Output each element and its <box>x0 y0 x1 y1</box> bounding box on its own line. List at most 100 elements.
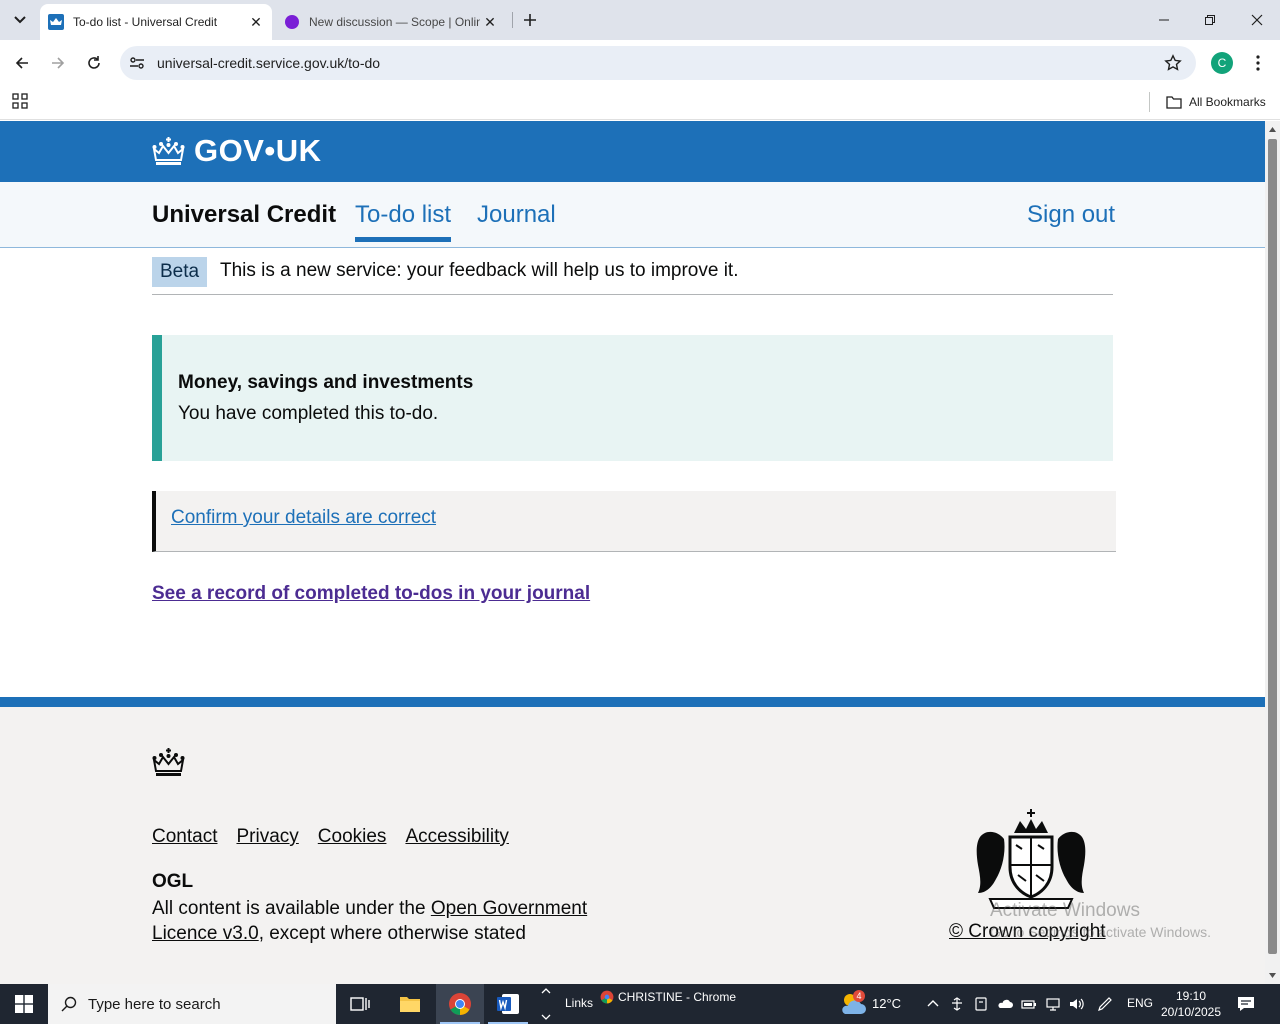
arrow-left-icon <box>15 57 28 69</box>
confirm-details-link[interactable]: Confirm your details are correct <box>171 507 436 529</box>
more-vertical-icon <box>1256 55 1260 71</box>
wired-network-icon[interactable] <box>1045 996 1061 1012</box>
network-share-icon[interactable] <box>949 996 965 1012</box>
chrome-profile-toolbar[interactable]: CHRISTINE - Chrome <box>600 990 736 1004</box>
footer-link-cookies[interactable]: Cookies <box>318 826 387 848</box>
apps-grid-icon[interactable] <box>12 93 28 109</box>
close-tab-icon[interactable]: ✕ <box>246 12 266 32</box>
chrome-icon <box>600 990 614 1004</box>
notification-center-icon[interactable] <box>1236 994 1256 1014</box>
close-window-button[interactable] <box>1234 0 1280 40</box>
chevron-up-icon[interactable] <box>925 996 941 1012</box>
weather-badge: 4 <box>853 990 865 1002</box>
windows-logo-icon <box>15 995 33 1013</box>
tab-title: To-do list - Universal Credit <box>73 15 218 29</box>
licence-prefix: All content is available under the <box>152 898 431 919</box>
all-bookmarks-button[interactable]: All Bookmarks <box>1166 92 1266 112</box>
journal-record-link[interactable]: See a record of completed to-dos in your… <box>152 583 590 605</box>
pen-ink-icon[interactable] <box>1097 996 1113 1012</box>
windows-taskbar: Type here to search Links CHRISTINE - Ch… <box>0 984 1280 1024</box>
temperature[interactable]: 12°C <box>872 996 901 1011</box>
crown-copyright-link[interactable]: © Crown copyright <box>949 921 1106 943</box>
sign-out-link[interactable]: Sign out <box>1027 201 1115 229</box>
close-icon <box>1251 14 1263 26</box>
reload-button[interactable] <box>80 49 108 77</box>
footer-link-accessibility[interactable]: Accessibility <box>405 826 508 848</box>
file-explorer-button[interactable] <box>386 984 434 1024</box>
gov-crown-icon <box>48 14 64 30</box>
onedrive-cloud-icon[interactable] <box>997 996 1013 1012</box>
browser-menu-button[interactable] <box>1248 52 1268 74</box>
licence-text: All content is available under the Open … <box>152 896 612 946</box>
service-name[interactable]: Universal Credit <box>152 201 336 229</box>
clock[interactable]: 19:10 20/10/2025 <box>1160 988 1222 1020</box>
nav-todo-list[interactable]: To-do list <box>355 201 452 242</box>
volume-icon[interactable] <box>1068 996 1084 1012</box>
minimize-button[interactable] <box>1141 0 1187 40</box>
links-toolbar-label[interactable]: Links <box>565 996 593 1010</box>
bookmarks-divider <box>1149 92 1150 112</box>
address-bar[interactable]: universal-credit.service.gov.uk/to-do <box>120 46 1196 80</box>
beta-tag: Beta <box>152 257 208 287</box>
folder-icon <box>1166 96 1182 109</box>
browser-toolbar: universal-credit.service.gov.uk/to-do C <box>0 40 1280 86</box>
minimize-icon <box>1159 19 1169 21</box>
footer-links: Contact Privacy Cookies Accessibility <box>152 826 509 848</box>
nav-journal[interactable]: Journal <box>477 201 556 229</box>
back-button[interactable] <box>8 49 36 77</box>
close-tab-icon[interactable]: ✕ <box>480 12 500 32</box>
crown-icon <box>152 137 185 165</box>
panel-heading: Money, savings and investments <box>178 372 474 393</box>
taskbar-search-box[interactable]: Type here to search <box>48 984 336 1024</box>
battery-icon[interactable] <box>1021 996 1037 1012</box>
tab-scope-discussion[interactable]: New discussion — Scope | Online ✕ <box>276 4 506 40</box>
forward-button[interactable] <box>44 49 72 77</box>
completed-todo-panel: Money, savings and investments You have … <box>152 335 1113 461</box>
all-bookmarks-label: All Bookmarks <box>1189 95 1266 109</box>
taskbar-search-placeholder: Type here to search <box>88 995 221 1013</box>
device-icon[interactable] <box>973 996 989 1012</box>
govuk-logo-link[interactable]: GOV•UK <box>152 133 322 169</box>
clock-time: 19:10 <box>1175 989 1207 1003</box>
footer-link-privacy[interactable]: Privacy <box>236 826 298 848</box>
tab-title: New discussion — Scope | Online <box>309 15 480 29</box>
star-icon[interactable] <box>1164 54 1182 72</box>
todo-item: Confirm your details are correct <box>152 491 1116 552</box>
footer-link-contact[interactable]: Contact <box>152 826 217 848</box>
page-viewport: GOV•UK Universal Credit To-do list Journ… <box>0 121 1265 984</box>
scroll-up-arrow-icon[interactable] <box>1268 125 1277 134</box>
scope-icon <box>285 15 299 29</box>
chevron-down-icon <box>14 16 26 24</box>
taskbar-scroll-arrows-icon[interactable] <box>540 986 552 1022</box>
ogl-logo-text: OGL <box>152 871 194 889</box>
crown-icon <box>152 748 185 776</box>
new-tab-button[interactable] <box>518 8 542 32</box>
clock-date: 20/10/2025 <box>1160 1005 1222 1019</box>
task-view-button[interactable] <box>336 984 384 1024</box>
scroll-thumb[interactable] <box>1268 139 1277 954</box>
licence-suffix: , except where otherwise stated <box>258 923 526 944</box>
word-icon <box>497 994 519 1014</box>
site-info-icon[interactable] <box>128 54 146 72</box>
ogl-logo-icon: OGL <box>152 871 194 889</box>
chrome-icon <box>449 993 471 1015</box>
restore-button[interactable] <box>1187 0 1233 40</box>
tab-search-button[interactable] <box>6 6 34 34</box>
input-language[interactable]: ENG <box>1127 996 1153 1010</box>
royal-coat-of-arms-icon <box>976 809 1086 909</box>
restore-icon <box>1205 15 1215 25</box>
plus-icon <box>524 14 536 26</box>
chrome-taskbar-button[interactable] <box>436 984 484 1024</box>
profile-avatar[interactable]: C <box>1211 52 1233 74</box>
word-taskbar-button[interactable] <box>484 984 532 1024</box>
page-scrollbar[interactable] <box>1265 121 1280 984</box>
govuk-logo-text: GOV•UK <box>194 133 322 168</box>
scroll-down-arrow-icon[interactable] <box>1268 971 1277 980</box>
start-button[interactable] <box>0 984 48 1024</box>
arrow-right-icon <box>52 57 65 69</box>
reload-icon <box>88 56 100 69</box>
url-text: universal-credit.service.gov.uk/to-do <box>157 55 381 71</box>
service-navigation: Universal Credit To-do list Journal Sign… <box>0 182 1265 248</box>
tab-universal-credit[interactable]: To-do list - Universal Credit ✕ <box>40 4 272 40</box>
phase-banner: Beta This is a new service: your feedbac… <box>152 257 1113 295</box>
